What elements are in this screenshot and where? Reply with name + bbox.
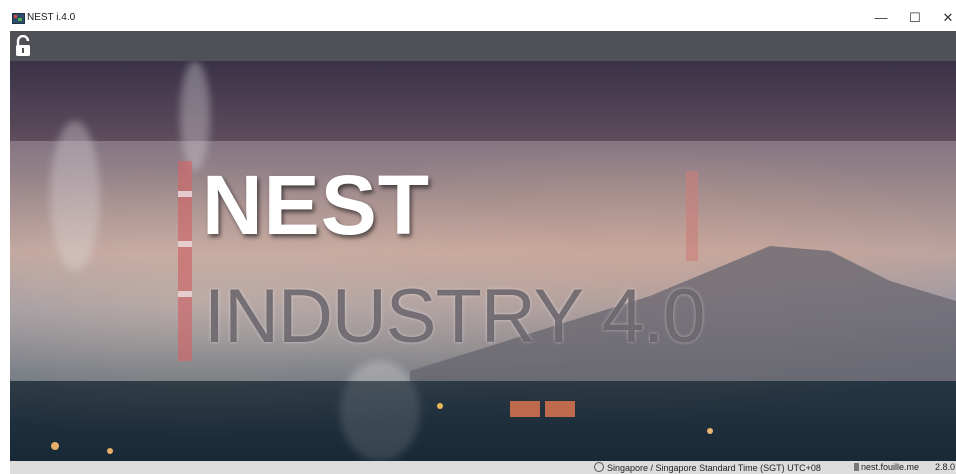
hero-subtitle: INDUSTRY 4.0 [204, 274, 705, 359]
status-bar: Singapore / Singapore Standard Time (SGT… [10, 461, 956, 474]
unlocked-padlock-icon[interactable] [14, 35, 32, 57]
timezone-status: Singapore / Singapore Standard Time (SGT… [594, 462, 821, 473]
title-bar: NEST i.4.0 — ☐ ✕ [0, 0, 956, 31]
server-icon [854, 463, 859, 471]
toolbar [10, 31, 956, 61]
timezone-text: Singapore / Singapore Standard Time (SGT… [607, 463, 821, 473]
version-text: 2.8.0 [935, 462, 956, 472]
hero-banner: NEST INDUSTRY 4.0 [10, 61, 956, 461]
minimize-button[interactable]: — [866, 9, 896, 27]
globe-icon [594, 462, 604, 472]
app-logo-icon [12, 13, 25, 24]
server-text: nest.fouille.me [861, 462, 920, 472]
window-title: NEST i.4.0 [27, 12, 76, 23]
server-status: nest.fouille.me [854, 462, 919, 472]
hero-title: NEST [202, 158, 431, 252]
maximize-button[interactable]: ☐ [900, 9, 930, 27]
close-button[interactable]: ✕ [933, 9, 956, 27]
